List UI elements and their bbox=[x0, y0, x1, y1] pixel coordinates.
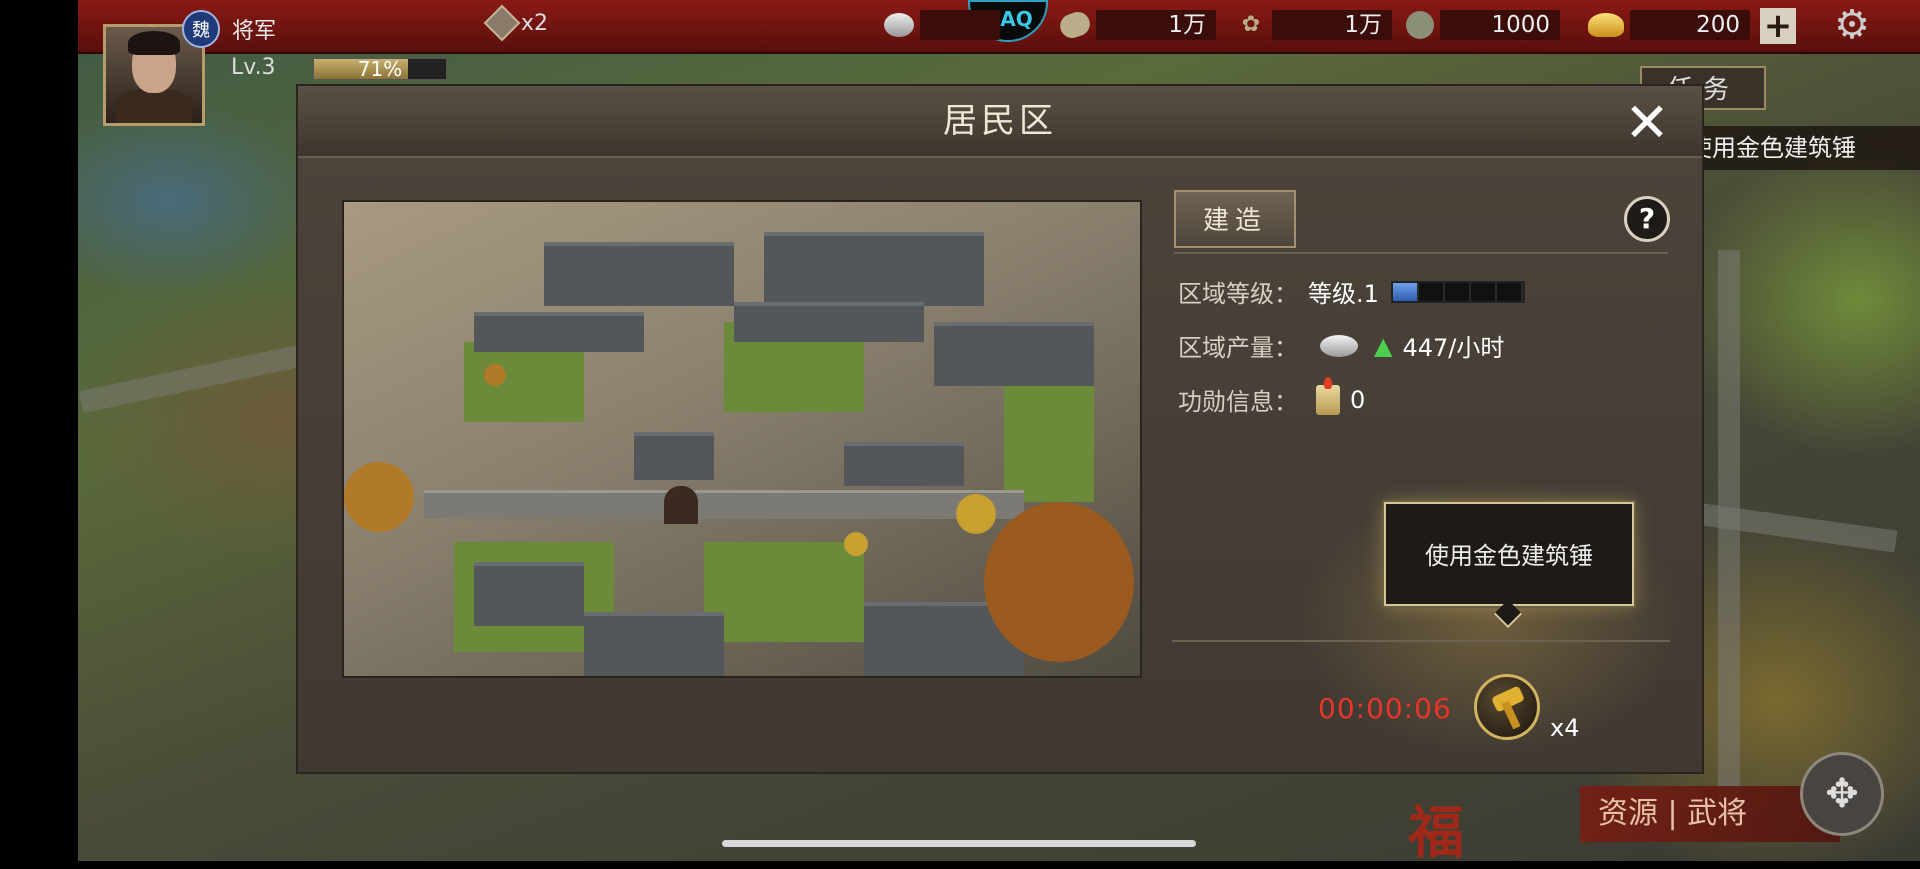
resource-wood[interactable]: 1万 bbox=[1056, 8, 1216, 42]
xp-bar: 71% bbox=[313, 58, 447, 80]
region-level-row: 区域等级： 等级.1 bbox=[1178, 274, 1525, 309]
up-arrow-icon: ▲ bbox=[1374, 331, 1393, 360]
resource-silver[interactable] bbox=[884, 8, 1000, 42]
merit-label: 功勋信息： bbox=[1178, 388, 1298, 416]
dialog-title: 居民区 bbox=[943, 101, 1057, 141]
help-button[interactable]: ? bbox=[1624, 196, 1670, 242]
silver-ingot-icon bbox=[1320, 334, 1358, 357]
gold-ingot-icon bbox=[1588, 13, 1624, 37]
region-output-value: 447/小时 bbox=[1402, 334, 1505, 362]
merit-icon bbox=[1316, 376, 1340, 415]
boost-indicator: x2 bbox=[483, 4, 549, 42]
level-segment bbox=[1418, 282, 1445, 301]
district-scene-image bbox=[342, 200, 1142, 678]
add-gold-button[interactable]: + bbox=[1760, 8, 1796, 44]
xp-percent: 71% bbox=[357, 57, 403, 81]
level-segment bbox=[1496, 282, 1523, 301]
golden-hammer-tooltip[interactable]: 使用金色建筑锤 bbox=[1384, 502, 1634, 629]
resource-gold[interactable]: 200 bbox=[1588, 8, 1750, 42]
region-output-label: 区域产量： bbox=[1178, 334, 1298, 362]
compass-icon[interactable]: ✥ bbox=[1800, 752, 1884, 836]
wood-log-icon bbox=[1056, 8, 1094, 42]
close-button[interactable]: ✕ bbox=[1622, 96, 1672, 150]
region-output-row: 区域产量： ▲ 447/小时 bbox=[1178, 328, 1504, 363]
grain-icon: ✿ bbox=[1241, 12, 1261, 37]
divider bbox=[1174, 252, 1668, 254]
resource-value: 1万 bbox=[1272, 10, 1392, 40]
golden-hammer-icon[interactable] bbox=[1474, 674, 1540, 740]
silver-ingot-icon bbox=[884, 13, 914, 37]
resource-grain[interactable]: ✿ 1万 bbox=[1236, 8, 1392, 42]
divider bbox=[1172, 640, 1670, 642]
settings-gear-icon[interactable]: ⚙ bbox=[1831, 4, 1873, 46]
resource-value bbox=[920, 10, 1000, 40]
resource-stone[interactable]: 1000 bbox=[1406, 8, 1560, 42]
tooltip-text: 使用金色建筑锤 bbox=[1425, 542, 1593, 570]
player-name: 将军 bbox=[232, 19, 277, 44]
stone-icon bbox=[1406, 11, 1434, 39]
boost-icon bbox=[483, 4, 521, 42]
region-level-label: 区域等级： bbox=[1178, 280, 1298, 308]
region-level-value: 等级.1 bbox=[1308, 280, 1379, 308]
resource-value: 1000 bbox=[1440, 10, 1560, 40]
level-segment bbox=[1444, 282, 1471, 301]
merit-value: 0 bbox=[1350, 385, 1366, 414]
player-level: Lv.3 bbox=[231, 55, 276, 80]
boost-multiplier: x2 bbox=[521, 10, 549, 36]
quest-banner[interactable]: 使用金色建筑锤 bbox=[1670, 126, 1920, 170]
build-timer: 00:00:06 bbox=[1318, 692, 1452, 725]
tab-build[interactable]: 建造 bbox=[1174, 190, 1296, 248]
merit-row: 功勋信息： 0 bbox=[1178, 376, 1366, 417]
fu-decoration: 福 bbox=[1408, 800, 1464, 866]
faction-badge: 魏 bbox=[182, 10, 220, 48]
left-black-margin bbox=[0, 0, 78, 861]
home-indicator[interactable] bbox=[722, 840, 1196, 847]
resource-value: 200 bbox=[1630, 10, 1750, 40]
level-segment bbox=[1470, 282, 1497, 301]
hammer-count: x4 bbox=[1550, 714, 1580, 742]
level-segment bbox=[1392, 282, 1419, 301]
resource-value: 1万 bbox=[1096, 10, 1216, 40]
region-level-bar bbox=[1390, 280, 1525, 303]
